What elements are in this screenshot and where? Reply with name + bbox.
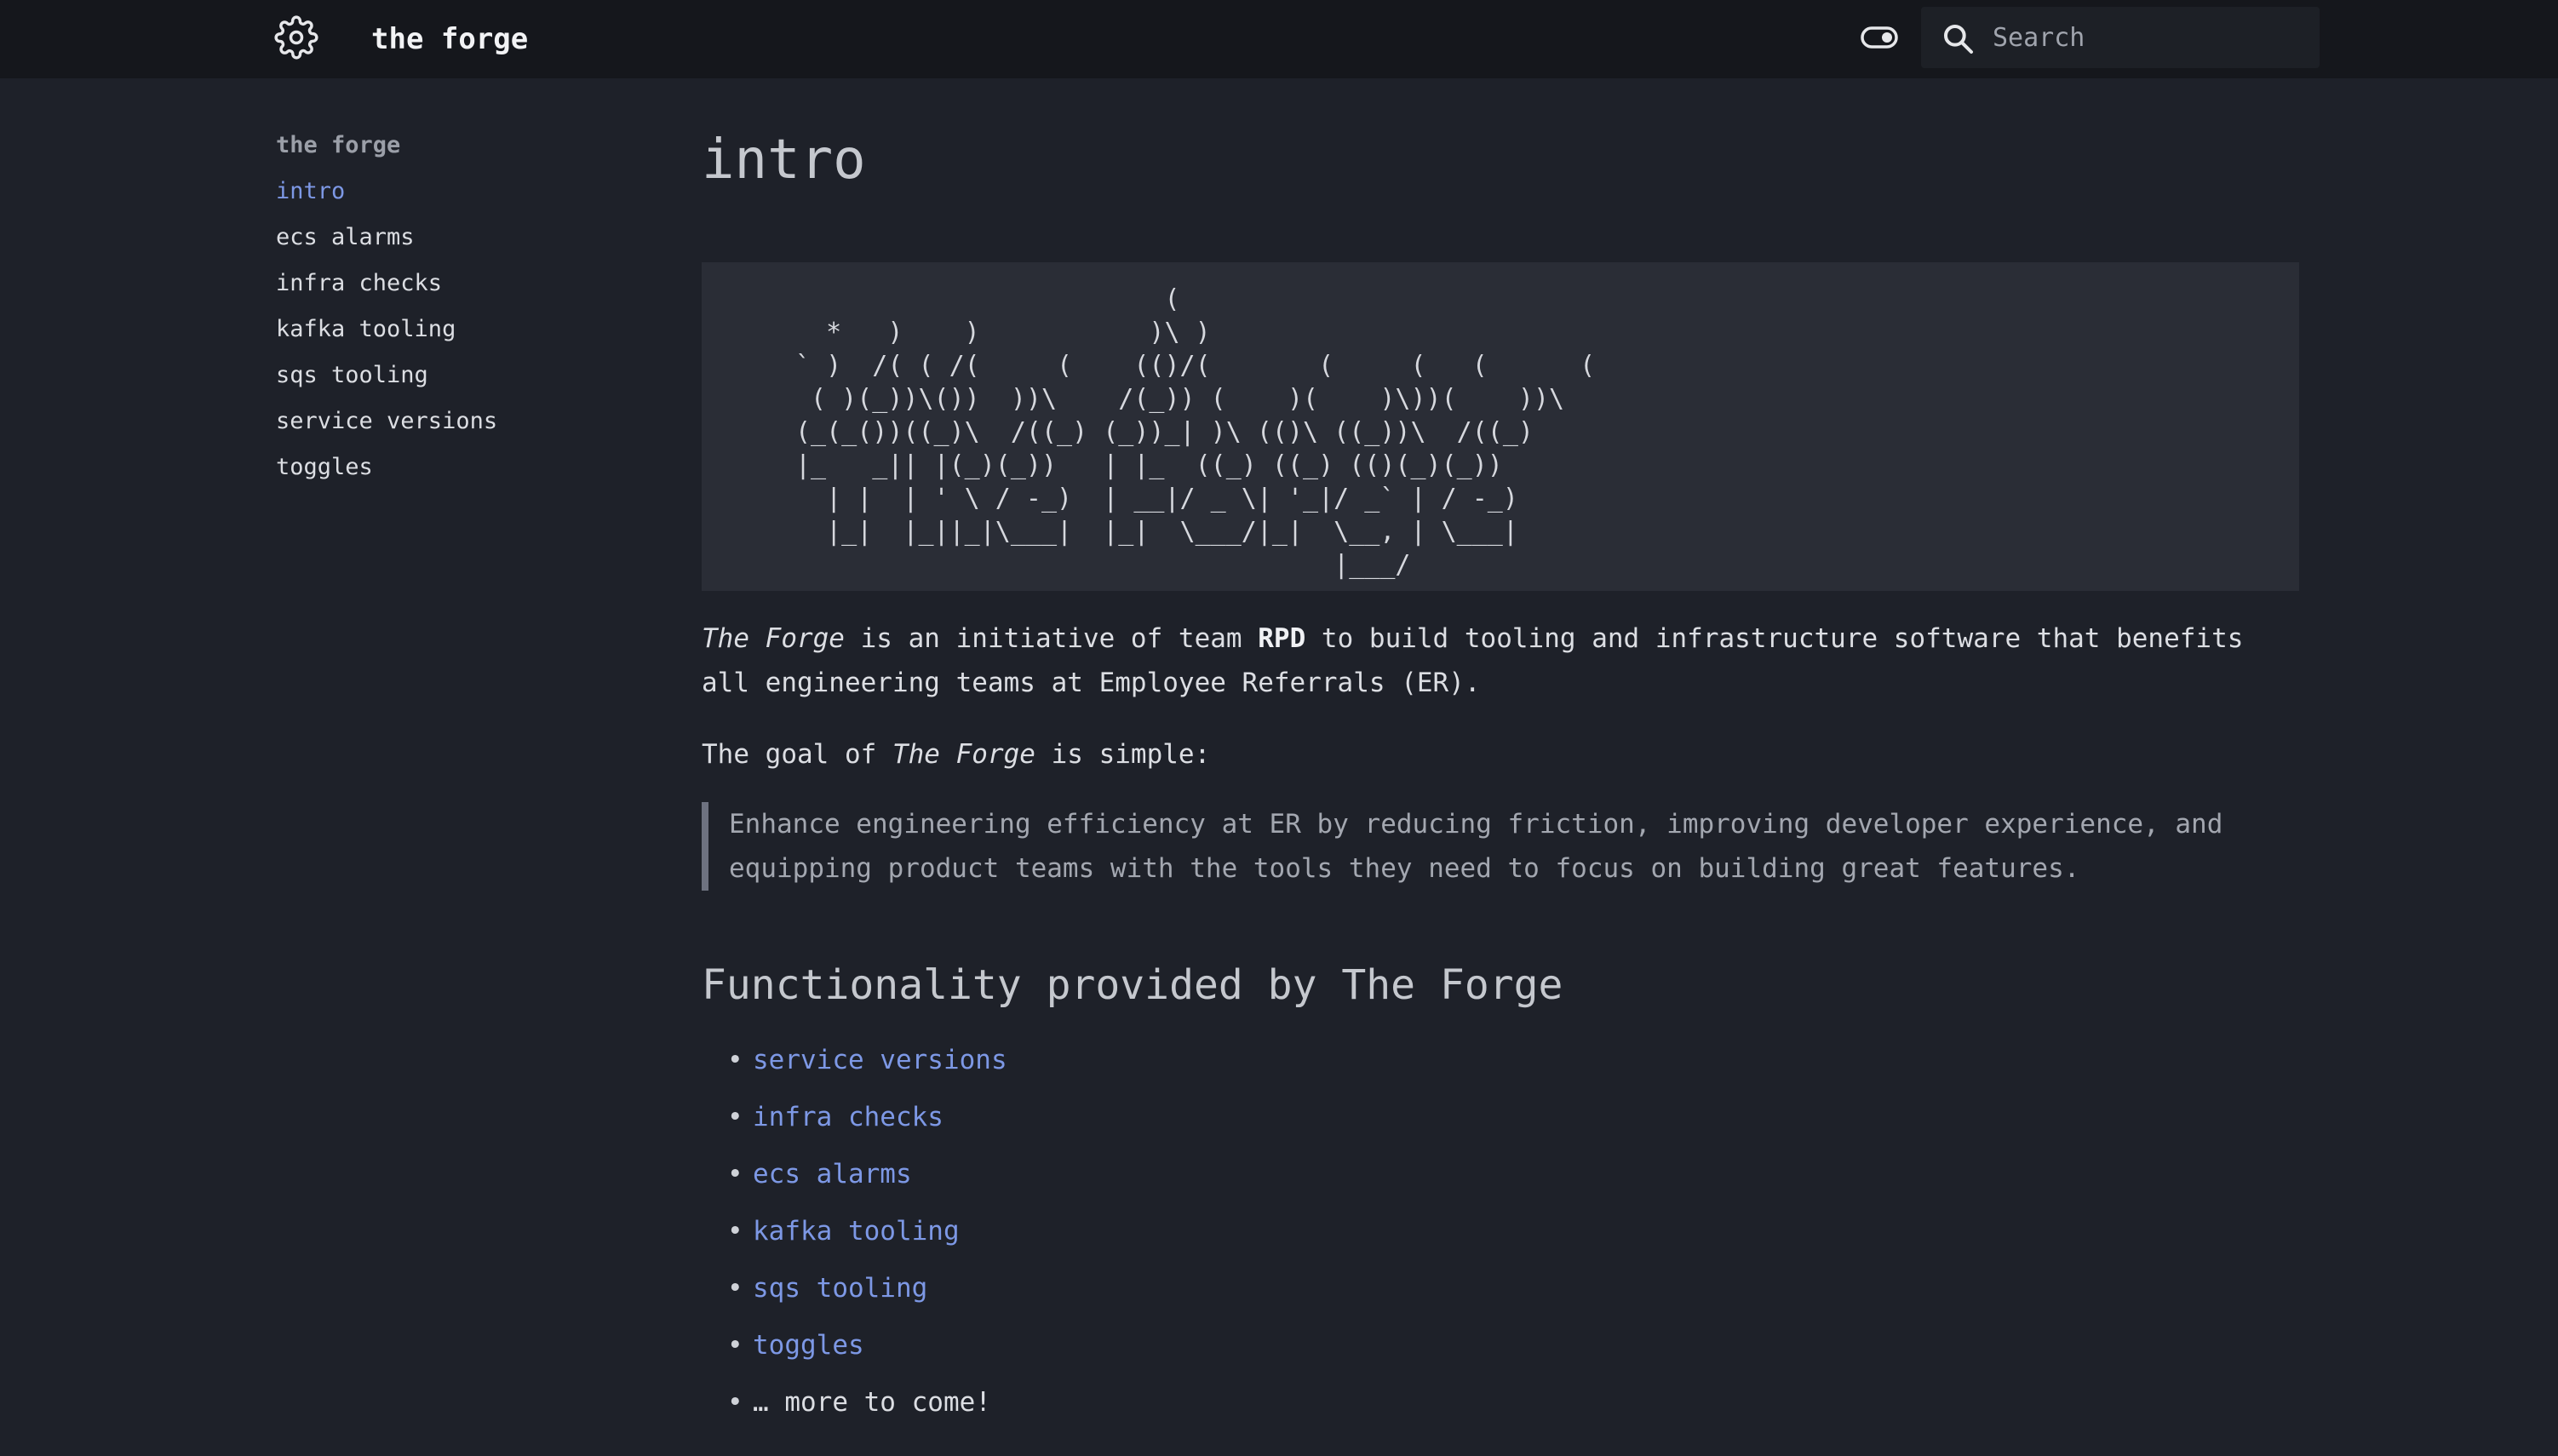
link-sqs-tooling[interactable]: sqs tooling <box>753 1273 927 1304</box>
goal-paragraph: The goal of The Forge is simple: <box>702 732 2299 777</box>
goal-suffix: is simple: <box>1035 739 1211 770</box>
page-title: intro <box>702 129 866 192</box>
search-icon <box>1941 22 1976 56</box>
sidebar-item-infra-checks[interactable]: infra checks <box>276 266 634 312</box>
bullet: • <box>727 1216 743 1247</box>
link-service-versions[interactable]: service versions <box>753 1045 1007 1075</box>
bullet: • <box>727 1387 743 1418</box>
top-bar: the forge <box>0 0 2558 78</box>
bullet: • <box>727 1102 743 1132</box>
forge-name: The Forge <box>702 623 845 654</box>
team-name: RPD <box>1258 623 1306 654</box>
list-item: • kafka tooling <box>727 1203 2299 1260</box>
sidebar: the forge intro ecs alarms infra checks … <box>276 128 634 496</box>
list-item: • infra checks <box>727 1089 2299 1146</box>
list-item: • ecs alarms <box>727 1146 2299 1203</box>
goal-quote: Enhance engineering efficiency at ER by … <box>702 802 2299 891</box>
sidebar-item-sqs-tooling[interactable]: sqs tooling <box>276 358 634 404</box>
link-infra-checks[interactable]: infra checks <box>753 1102 943 1132</box>
more-to-come-text: … more to come! <box>753 1387 991 1418</box>
feature-list: • service versions • infra checks • ecs ala… <box>702 1032 2299 1431</box>
sidebar-item-toggles[interactable]: toggles <box>276 450 634 496</box>
site-title[interactable]: the forge <box>371 17 528 61</box>
sidebar-item-service-versions[interactable]: service versions <box>276 404 634 450</box>
link-ecs-alarms[interactable]: ecs alarms <box>753 1159 912 1189</box>
forge-name: The Forge <box>892 739 1035 770</box>
goal-prefix: The goal of <box>702 739 892 770</box>
toggle-icon[interactable] <box>1860 24 1899 51</box>
search-input[interactable] <box>1991 15 2306 60</box>
link-kafka-tooling[interactable]: kafka tooling <box>753 1216 960 1247</box>
list-item: • toggles <box>727 1317 2299 1374</box>
intro-text-1: is an initiative of team <box>844 623 1259 654</box>
main-content: intro ( * ) ) )\ ) ` ) /( ( /( ( (()/( (… <box>702 119 2299 1431</box>
sidebar-item-intro[interactable]: intro <box>276 174 634 220</box>
list-item: • … more to come! <box>727 1374 2299 1431</box>
bullet: • <box>727 1159 743 1189</box>
list-item: • service versions <box>727 1032 2299 1089</box>
ascii-art-banner: ( * ) ) )\ ) ` ) /( ( /( ( (()/( ( ( ( (… <box>795 284 1596 580</box>
code-block: ( * ) ) )\ ) ` ) /( ( /( ( (()/( ( ( ( (… <box>702 262 2299 591</box>
bullet: • <box>727 1273 743 1304</box>
sidebar-heading[interactable]: the forge <box>276 128 634 174</box>
gear-icon <box>274 15 318 60</box>
search-box[interactable] <box>1921 7 2320 68</box>
sidebar-item-kafka-tooling[interactable]: kafka tooling <box>276 312 634 358</box>
goal-quote-text: Enhance engineering efficiency at ER by … <box>729 809 2223 884</box>
intro-paragraph: The Forge is an initiative of team RPD t… <box>702 616 2299 705</box>
link-toggles[interactable]: toggles <box>753 1330 864 1361</box>
bullet: • <box>727 1330 743 1361</box>
functionality-heading: Functionality provided by The Forge <box>702 961 1563 1009</box>
sidebar-item-ecs-alarms[interactable]: ecs alarms <box>276 220 634 266</box>
list-item: • sqs tooling <box>727 1260 2299 1317</box>
bullet: • <box>727 1045 743 1075</box>
